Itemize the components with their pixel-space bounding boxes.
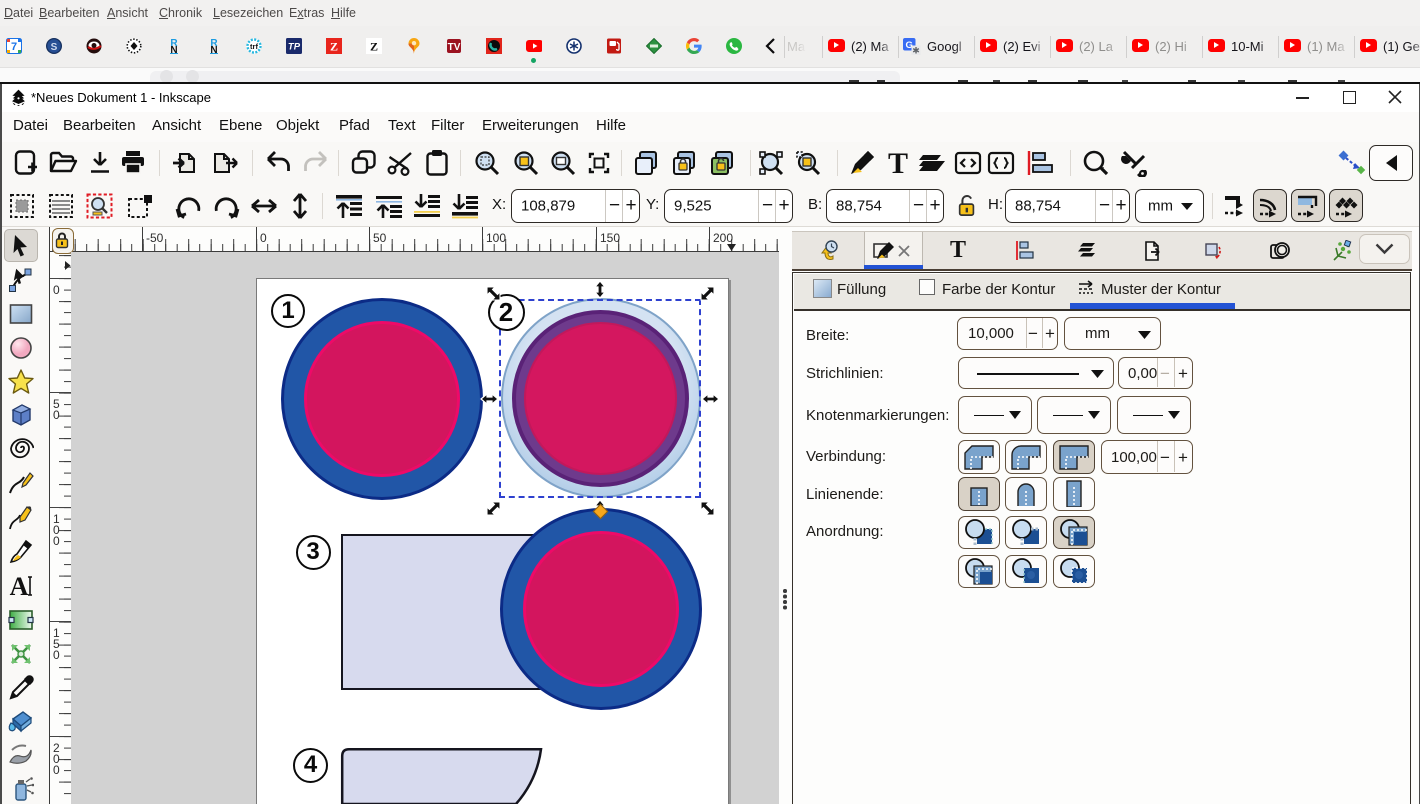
- svg-text:TP: TP: [288, 42, 301, 53]
- svg-text:trf: trf: [250, 42, 258, 51]
- svg-text:S: S: [51, 42, 58, 53]
- svg-text:TV: TV: [448, 42, 461, 53]
- svg-text:Z: Z: [330, 40, 338, 54]
- svg-text:N: N: [170, 45, 177, 54]
- svg-text:7: 7: [11, 41, 17, 53]
- svg-text:A: A: [10, 573, 29, 599]
- svg-text:T: T: [888, 148, 908, 178]
- svg-text:N: N: [210, 45, 217, 54]
- svg-text:Z: Z: [370, 40, 378, 54]
- svg-text:✱: ✱: [912, 46, 920, 56]
